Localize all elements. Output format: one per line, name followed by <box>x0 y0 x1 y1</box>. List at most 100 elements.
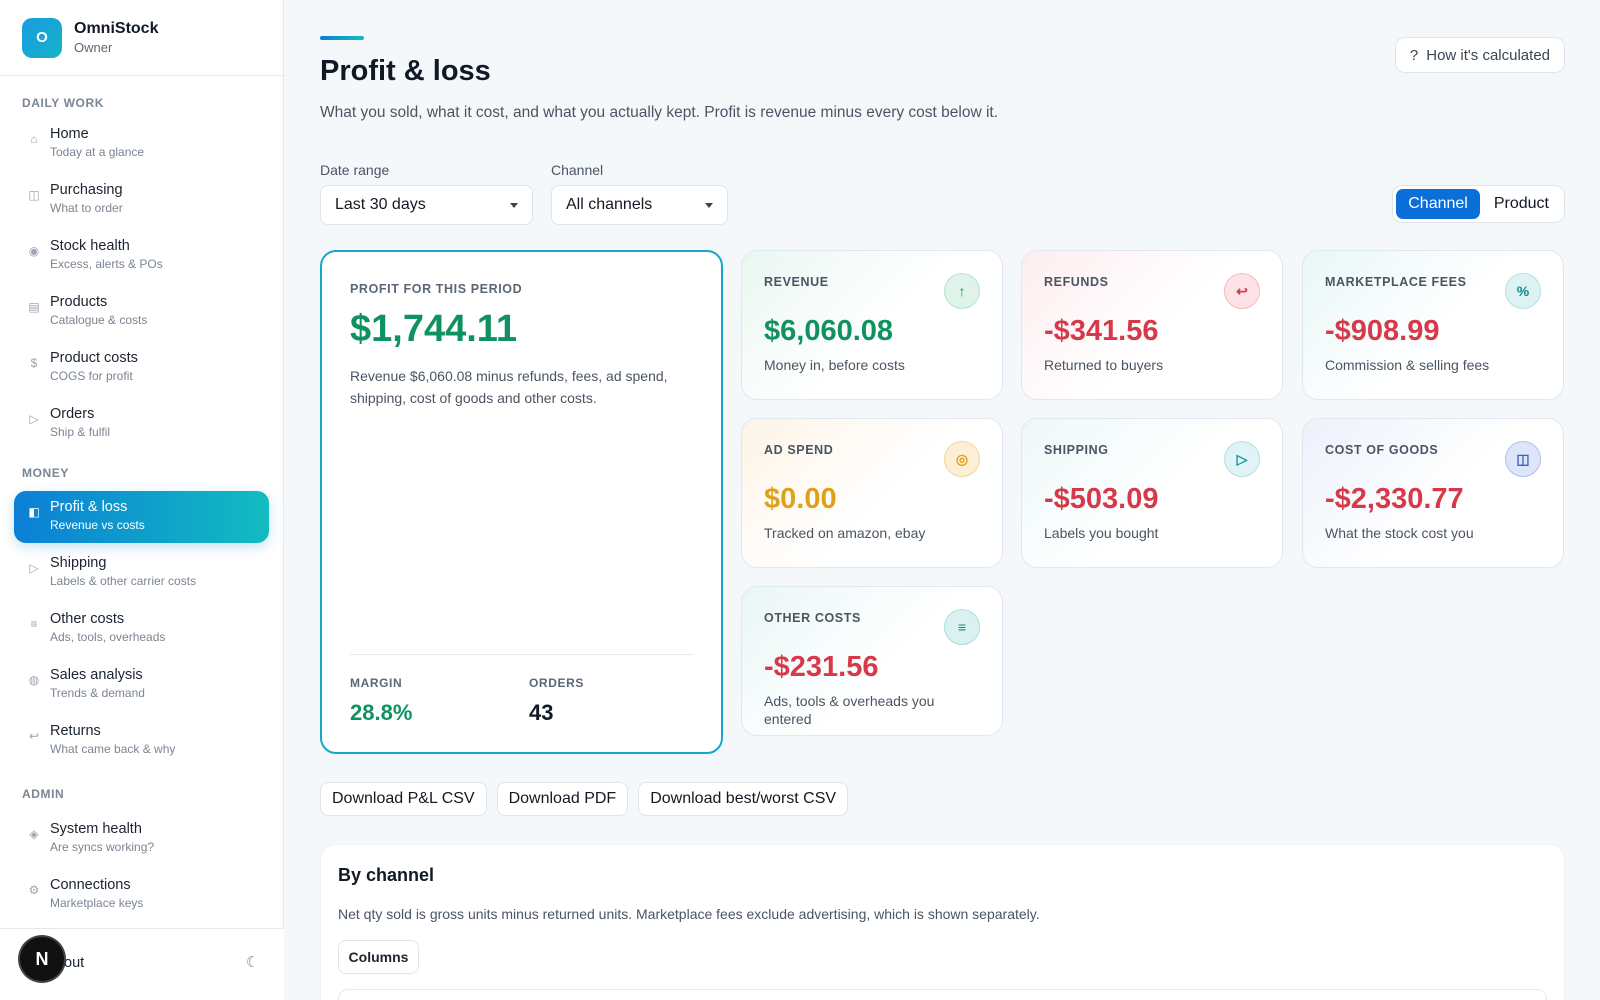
brand-logo: O <box>22 17 62 58</box>
toggle-product[interactable]: Product <box>1482 189 1561 219</box>
page-subtitle: What you sold, what it cost, and what yo… <box>320 104 999 121</box>
metric-value: -$908.99 <box>1325 315 1440 347</box>
sidebar-footer: out ☾ N <box>0 928 284 1000</box>
nav-section-title: ADMIN <box>22 787 65 801</box>
date-range-label: Date range <box>320 162 390 178</box>
arrow-up-icon: ↑ <box>944 273 980 309</box>
sidebar-item-sub: COGS for profit <box>50 369 133 383</box>
channel-value: All channels <box>566 196 653 213</box>
metric-value: -$503.09 <box>1044 483 1159 515</box>
sidebar-item-label: Sales analysis <box>50 667 143 683</box>
metric-ad-spend: AD SPEND $0.00 Tracked on amazon, ebay ◎ <box>741 418 1003 568</box>
list-icon: ≡ <box>944 609 980 645</box>
title-accent-bar <box>320 36 364 40</box>
channel-label: Channel <box>551 162 604 178</box>
sidebar-item-stock-health[interactable]: ◉ Stock health Excess, alerts & POs <box>14 230 269 282</box>
sidebar-item-label: Connections <box>50 877 131 893</box>
sidebar-item-label: Product costs <box>50 350 138 366</box>
sidebar-item-sub: Are syncs working? <box>50 840 155 854</box>
metric-other-costs: OTHER COSTS -$231.56 Ads, tools & overhe… <box>741 586 1003 736</box>
sidebar-item-connections[interactable]: ⚙ Connections Marketplace keys <box>14 869 269 921</box>
download-pl-csv-button[interactable]: Download P&L CSV <box>320 782 487 816</box>
metric-sub: What the stock cost you <box>1325 525 1474 541</box>
channel-filter: Channel All channels <box>551 162 728 225</box>
download-pdf-button[interactable]: Download PDF <box>496 782 629 816</box>
orders-stat: ORDERS 43 <box>529 676 584 726</box>
metric-value: $6,060.08 <box>764 315 894 347</box>
columns-button[interactable]: Columns <box>338 940 419 974</box>
by-channel-title: By channel <box>338 865 435 885</box>
caret-down-icon <box>705 202 713 208</box>
shipping-icon: ▷ <box>29 561 39 575</box>
brand-name: OmniStock <box>74 20 159 37</box>
orders-value: 43 <box>529 700 554 725</box>
sidebar-item-returns[interactable]: ↩ Returns What came back & why <box>14 715 269 767</box>
channel-select[interactable]: All channels <box>551 185 728 225</box>
orders-icon: ▷ <box>29 412 39 426</box>
return-icon: ↩ <box>28 729 40 743</box>
metric-refunds: REFUNDS -$341.56 Returned to buyers ↩ <box>1021 250 1283 400</box>
metric-revenue: REVENUE $6,060.08 Money in, before costs… <box>741 250 1003 400</box>
profit-card: PROFIT FOR THIS PERIOD $1,744.11 Revenue… <box>320 250 723 754</box>
channel-table <box>338 989 1547 1000</box>
sidebar-item-label: Shipping <box>50 555 107 571</box>
metric-sub: Commission & selling fees <box>1325 357 1490 373</box>
download-best-worst-csv-button[interactable]: Download best/worst CSV <box>638 782 849 816</box>
metric-sub: Ads, tools & overheads you entered <box>764 693 935 727</box>
metric-value: -$341.56 <box>1044 315 1159 347</box>
dollar-icon: $ <box>30 356 38 370</box>
sidebar-item-label: Home <box>50 126 89 142</box>
logout-button[interactable]: out <box>64 955 84 971</box>
sidebar-item-label: Orders <box>50 406 95 422</box>
by-channel-description: Net qty sold is gross units minus return… <box>338 906 1040 922</box>
download-buttons: Download P&L CSV Download PDF Download b… <box>320 782 849 816</box>
sidebar-item-sales-analysis[interactable]: ◍ Sales analysis Trends & demand <box>14 659 269 711</box>
brand-role: Owner <box>74 40 113 55</box>
sidebar-item-sub: Ship & fulfil <box>50 425 111 439</box>
by-channel-panel: By channel Net qty sold is gross units m… <box>320 844 1565 1000</box>
date-range-select[interactable]: Last 30 days <box>320 185 533 225</box>
play-icon: ▷ <box>1224 441 1260 477</box>
sidebar-item-profit-loss[interactable]: ◧ Profit & loss Revenue vs costs <box>14 491 269 543</box>
toggle-channel[interactable]: Channel <box>1396 189 1480 219</box>
purchasing-icon: ◫ <box>28 188 40 202</box>
metric-sub: Returned to buyers <box>1044 357 1164 373</box>
moon-icon[interactable]: ☾ <box>246 953 259 971</box>
stock-health-icon: ◉ <box>28 244 40 258</box>
sidebar-item-shipping[interactable]: ▷ Shipping Labels & other carrier costs <box>14 547 269 599</box>
metric-value: -$231.56 <box>764 651 879 683</box>
how-calculated-button[interactable]: ? How it's calculated <box>1394 37 1565 73</box>
sidebar-item-sub: Labels & other carrier costs <box>50 574 197 588</box>
products-icon: ▤ <box>28 300 40 314</box>
sidebar-item-other-costs[interactable]: ≡ Other costs Ads, tools, overheads <box>14 603 269 655</box>
sidebar-item-label: System health <box>50 821 142 837</box>
metric-shipping: SHIPPING -$503.09 Labels you bought ▷ <box>1021 418 1283 568</box>
nav-section-title: DAILY WORK <box>22 96 105 110</box>
sidebar-item-label: Purchasing <box>50 182 123 198</box>
sidebar: O OmniStock Owner DAILY WORK ⌂ Home Today… <box>0 0 284 1000</box>
sidebar-item-product-costs[interactable]: $ Product costs COGS for profit <box>14 342 269 394</box>
avatar[interactable]: N <box>20 937 64 981</box>
sidebar-nav: DAILY WORK ⌂ Home Today at a glance ◫ Pur… <box>0 96 283 921</box>
date-range-filter: Date range Last 30 days <box>320 162 533 225</box>
brand: O OmniStock Owner <box>0 0 283 76</box>
sidebar-item-system-health[interactable]: ◈ System health Are syncs working? <box>14 813 269 865</box>
metric-value: $0.00 <box>764 483 837 515</box>
metric-sub: Labels you bought <box>1044 525 1159 541</box>
question-icon: ? <box>1409 46 1419 64</box>
view-toggle: Channel Product <box>1392 185 1565 223</box>
sidebar-item-sub: What to order <box>50 201 123 215</box>
sidebar-item-purchasing[interactable]: ◫ Purchasing What to order <box>14 174 269 226</box>
sidebar-item-products[interactable]: ▤ Products Catalogue & costs <box>14 286 269 338</box>
sidebar-item-orders[interactable]: ▷ Orders Ship & fulfil <box>14 398 269 450</box>
box-icon: ◫ <box>1505 441 1541 477</box>
sidebar-item-sub: Ads, tools, overheads <box>50 630 166 644</box>
sidebar-item-label: Other costs <box>50 611 125 627</box>
metric-cost-of-goods: COST OF GOODS -$2,330.77 What the stock … <box>1302 418 1564 568</box>
sidebar-item-home[interactable]: ⌂ Home Today at a glance <box>14 118 269 170</box>
profit-divider <box>350 654 693 655</box>
sidebar-item-sub: Revenue vs costs <box>50 518 145 532</box>
metric-sub: Tracked on amazon, ebay <box>764 525 926 541</box>
home-icon: ⌂ <box>30 132 38 146</box>
margin-label: MARGIN <box>350 676 403 690</box>
